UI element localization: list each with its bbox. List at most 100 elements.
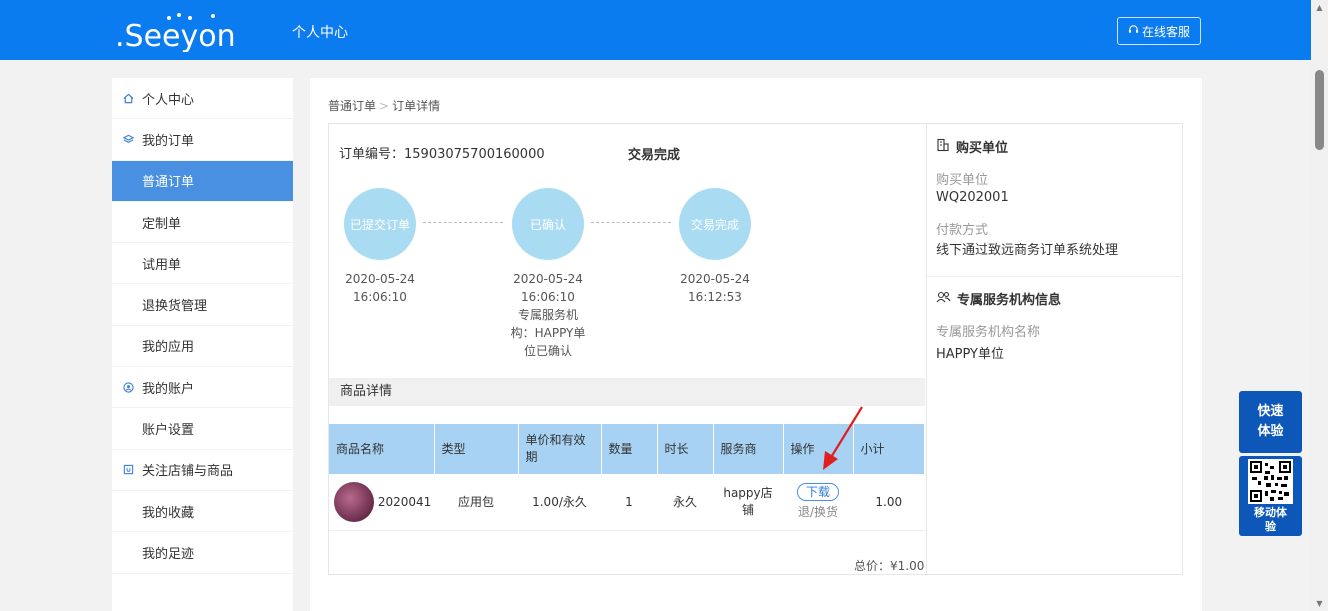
sidebar-item-label: 我的收藏	[142, 505, 195, 521]
panel-divider	[927, 276, 1183, 277]
sidebar-item-my-apps[interactable]: 我的应用	[112, 326, 293, 368]
scroll-up-icon[interactable]: ▲	[1315, 3, 1324, 12]
column-header: 数量	[601, 424, 658, 474]
column-header: 商品名称	[329, 424, 435, 474]
header-title: 个人中心	[292, 25, 348, 41]
column-header: 服务商	[713, 424, 784, 474]
breadcrumb-parent-link[interactable]: 普通订单	[328, 99, 376, 113]
store-icon	[122, 464, 134, 476]
order-total: 总价：¥1.00	[854, 557, 924, 574]
svg-text:.Seeyon: .Seeyon	[115, 19, 236, 52]
home-icon	[122, 92, 134, 104]
top-header: .Seeyon 个人中心 在线客服	[0, 0, 1311, 60]
annotation-arrow	[823, 406, 863, 470]
service-people-icon	[936, 290, 951, 308]
sidebar-item-label: 我的应用	[142, 340, 195, 356]
sidebar-item-normal-orders[interactable]: 普通订单	[112, 160, 293, 202]
breadcrumb-separator: >	[379, 99, 390, 113]
scroll-down-icon[interactable]: ▼	[1315, 599, 1324, 608]
step-time: 16:06:10	[521, 290, 575, 304]
sidebar-item-followed[interactable]: 关注店铺与商品	[112, 450, 293, 491]
sidebar-item-my-account[interactable]: 我的账户	[112, 367, 293, 409]
sidebar-item-label: 退换货管理	[142, 299, 208, 315]
buyer-unit-value: WQ202001	[936, 190, 1009, 205]
step-timestamp: 2020-05-24 16:12:53	[665, 270, 765, 306]
sidebar-item-account-settings[interactable]: 账户设置	[112, 408, 293, 450]
product-type: 应用包	[434, 474, 518, 531]
table-row: 20200410 应用包 1.00/永久 1 永久 happy店铺 下载 退/换…	[329, 474, 925, 531]
online-service-button[interactable]: 在线客服	[1117, 17, 1201, 45]
sidebar-item-favorites[interactable]: 我的收藏	[112, 491, 293, 533]
seeyon-logo[interactable]: .Seeyon	[113, 12, 248, 52]
step-date: 2020-05-24	[513, 272, 583, 286]
payment-method-label: 付款方式	[936, 223, 989, 238]
scroll-thumb[interactable]	[1315, 70, 1324, 150]
quick-experience-line2: 体验	[1257, 424, 1284, 439]
sidebar-item-label: 普通订单	[142, 175, 195, 191]
qr-code-icon	[1248, 459, 1293, 504]
product-price: 1.00/永久	[518, 474, 601, 531]
building-icon	[936, 138, 950, 156]
main-content: 普通订单 > 订单详情 订单编号：15903075700160000 交易完成 已提…	[310, 78, 1202, 611]
sidebar-item-label: 个人中心	[142, 92, 195, 108]
goods-section-title: 商品详情	[329, 378, 925, 406]
sidebar-item-label: 关注店铺与商品	[142, 464, 234, 480]
order-info-panel: 购买单位 购买单位 WQ202001 付款方式 线下通过致远商务订单系统处理 专…	[926, 124, 1183, 574]
download-button[interactable]: 下载	[796, 483, 839, 502]
step-time: 16:06:10	[353, 290, 407, 304]
product-vendor[interactable]: happy店铺	[713, 474, 783, 531]
order-number-value: 15903075700160000	[404, 147, 545, 162]
sidebar-item-history[interactable]: 我的足迹	[112, 532, 293, 574]
service-org-name-label: 专属服务机构名称	[936, 325, 1041, 340]
product-thumbnail[interactable]	[334, 481, 374, 522]
total-value: ¥1.00	[890, 559, 925, 573]
step-timestamp: 2020-05-24 16:06:10 专属服务机构：HAPPY单位已确认	[498, 270, 598, 360]
total-label: 总价：	[854, 559, 891, 573]
step-note: 专属服务机构：HAPPY单位已确认	[510, 308, 586, 358]
order-detail-card: 订单编号：15903075700160000 交易完成 已提交订单 已确认 交易…	[328, 123, 1183, 575]
mobile-experience-line2: 验	[1265, 520, 1276, 533]
step-circle-confirmed: 已确认	[512, 188, 584, 260]
return-exchange-link[interactable]: 退/换货	[783, 503, 853, 520]
quick-experience-button[interactable]: 快速 体验	[1239, 391, 1302, 453]
sidebar-item-label: 账户设置	[142, 423, 195, 439]
sidebar-item-personal-center[interactable]: 个人中心	[112, 78, 293, 120]
order-number-label: 订单编号：	[339, 147, 405, 162]
page-scrollbar[interactable]: ▲ ▼	[1311, 0, 1328, 611]
step-connector	[423, 222, 503, 223]
sidebar-item-label: 我的订单	[142, 133, 195, 149]
column-header: 单价和有效期	[518, 424, 602, 474]
sidebar-item-label: 我的足迹	[142, 546, 195, 562]
service-org-title: 专属服务机构信息	[957, 293, 1062, 308]
buyer-section-title: 购买单位	[936, 137, 1008, 156]
product-name[interactable]: 20200410	[378, 495, 432, 509]
sidebar-item-my-orders[interactable]: 我的订单	[112, 119, 293, 161]
column-header: 类型	[434, 424, 519, 474]
sidebar-item-label: 我的账户	[142, 381, 195, 397]
sidebar-item-label: 试用单	[142, 257, 182, 273]
step-date: 2020-05-24	[345, 272, 415, 286]
step-date: 2020-05-24	[680, 272, 750, 286]
sidebar: 个人中心 我的订单 普通订单 定制单 试用单 退换货管理 我的应用 我的账户 账…	[112, 78, 293, 611]
mobile-experience-button[interactable]: 移动体 验	[1239, 456, 1302, 536]
actions-cell: 下载 退/换货	[783, 474, 853, 531]
sidebar-item-returns[interactable]: 退换货管理	[112, 284, 293, 326]
sidebar-item-trial-orders[interactable]: 试用单	[112, 243, 293, 285]
step-time: 16:12:53	[688, 290, 742, 304]
layers-icon	[122, 133, 134, 145]
step-circle-completed: 交易完成	[679, 188, 751, 260]
step-connector	[591, 222, 671, 223]
breadcrumb-current: 订单详情	[392, 99, 441, 113]
goods-name-cell: 20200410	[329, 474, 434, 531]
payment-method-value: 线下通过致远商务订单系统处理	[936, 243, 1119, 258]
product-quantity: 1	[601, 474, 657, 531]
product-subtotal: 1.00	[853, 474, 925, 531]
sidebar-item-label: 定制单	[142, 216, 182, 232]
headset-icon	[1128, 24, 1139, 38]
buyer-title: 购买单位	[956, 141, 1009, 156]
column-header: 时长	[657, 424, 714, 474]
order-status: 交易完成	[628, 148, 681, 163]
sidebar-item-custom-orders[interactable]: 定制单	[112, 202, 293, 244]
mobile-experience-line1: 移动体	[1254, 506, 1287, 519]
service-org-section-title: 专属服务机构信息	[936, 289, 1061, 308]
